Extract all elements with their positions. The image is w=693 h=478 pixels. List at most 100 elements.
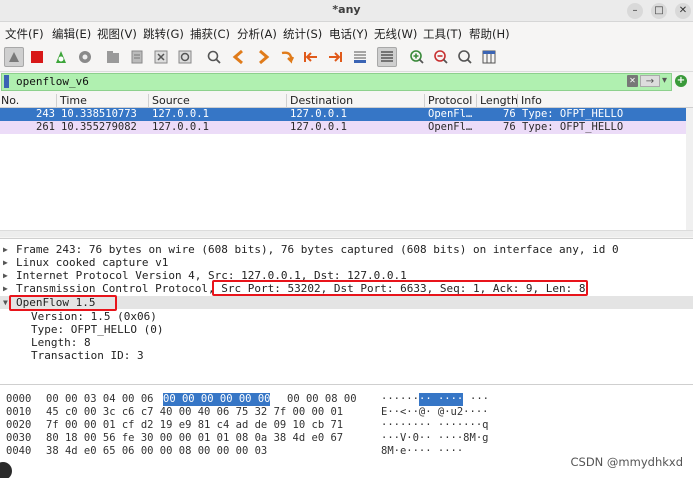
filter-dropdown-icon[interactable]: ▾ xyxy=(662,75,667,86)
display-filter-bar: openflow_v6 ✕ → ▾ + xyxy=(0,72,693,92)
packet-row-selected[interactable]: 243 10.338510773 127.0.0.1 127.0.0.1 Ope… xyxy=(0,108,686,121)
packet-destination: 127.0.0.1 xyxy=(290,108,347,120)
hex-offset: 0000 xyxy=(6,393,32,405)
expand-arrow-icon[interactable]: ▶ xyxy=(3,243,8,256)
open-file-icon[interactable] xyxy=(103,47,123,67)
hex-bytes: 00 00 03 04 00 06 xyxy=(46,393,154,405)
hex-ascii-highlight: ·· ···· xyxy=(419,393,464,406)
packet-list-horizontal-scrollbar[interactable] xyxy=(0,230,693,237)
hex-row[interactable]: 0020 7f 00 00 01 cf d2 19 e9 81 c4 ad de… xyxy=(0,419,693,432)
detail-of-length-text: Length: 8 xyxy=(31,336,91,349)
filter-bookmark-icon[interactable] xyxy=(4,75,9,88)
capture-options-icon[interactable] xyxy=(75,47,95,67)
detail-of-xid[interactable]: Transaction ID: 3 xyxy=(0,349,693,362)
resize-columns-icon[interactable] xyxy=(479,47,499,67)
hex-bytes: 45 c0 00 3c c6 c7 40 00 40 06 75 32 7f 0… xyxy=(46,406,344,418)
detail-of-length[interactable]: Length: 8 xyxy=(0,336,693,349)
go-last-packet-icon[interactable] xyxy=(325,47,345,67)
close-file-icon[interactable] xyxy=(151,47,171,67)
menu-statistics[interactable]: 统计(S) xyxy=(283,26,322,42)
packet-time: 10.338510773 xyxy=(61,108,137,120)
zoom-in-icon[interactable] xyxy=(407,47,427,67)
packet-list-header: No. Time Source Destination Protocol Len… xyxy=(0,93,693,108)
menu-edit[interactable]: 编辑(E) xyxy=(52,26,91,42)
hex-offset: 0030 xyxy=(6,432,32,444)
detail-linux-text: Linux cooked capture v1 xyxy=(16,256,169,269)
menu-help[interactable]: 帮助(H) xyxy=(469,26,510,42)
detail-frame[interactable]: ▶ Frame 243: 76 bytes on wire (608 bits)… xyxy=(0,243,693,256)
hex-ascii: ······ xyxy=(381,393,419,405)
go-first-packet-icon[interactable] xyxy=(301,47,321,67)
menu-capture[interactable]: 捕获(C) xyxy=(190,26,230,42)
packet-source: 127.0.0.1 xyxy=(152,108,209,120)
hex-bytes: 7f 00 00 01 cf d2 19 e9 81 c4 ad de 09 1… xyxy=(46,419,344,431)
menu-analyze[interactable]: 分析(A) xyxy=(237,26,277,42)
menu-go[interactable]: 跳转(G) xyxy=(143,26,184,42)
expand-arrow-icon[interactable]: ▶ xyxy=(3,269,8,282)
menu-bar: 文件(F) 编辑(E) 视图(V) 跳转(G) 捕获(C) 分析(A) 统计(S… xyxy=(0,22,693,44)
packet-list-scrollbar[interactable] xyxy=(686,108,693,230)
column-protocol[interactable]: Protocol xyxy=(424,94,472,107)
annotation-box-openflow xyxy=(9,295,117,311)
go-to-packet-icon[interactable] xyxy=(277,47,297,67)
menu-tools[interactable]: 工具(T) xyxy=(423,26,462,42)
hex-ascii: 8M·e···· ···· xyxy=(381,445,464,457)
shark-fin-icon[interactable] xyxy=(4,47,24,67)
packet-no: 261 xyxy=(36,121,55,133)
hex-row[interactable]: 0030 80 18 00 56 fe 30 00 00 01 01 08 0a… xyxy=(0,432,693,445)
packet-details-pane: ▶ Frame 243: 76 bytes on wire (608 bits)… xyxy=(0,238,693,384)
menu-file[interactable]: 文件(F) xyxy=(5,26,44,42)
apply-filter-icon[interactable]: → xyxy=(640,75,660,87)
column-length[interactable]: Length xyxy=(476,94,518,107)
detail-linux-cooked[interactable]: ▶ Linux cooked capture v1 xyxy=(0,256,693,269)
hex-bytes-highlight: 00 00 00 00 00 00 xyxy=(163,393,271,406)
hex-ascii: ········ ·······q xyxy=(381,419,489,431)
hex-ascii: ···V·0·· ····8M·g xyxy=(381,432,489,444)
detail-of-version-text: Version: 1.5 (0x06) xyxy=(31,310,157,323)
go-forward-icon[interactable] xyxy=(253,47,273,67)
hex-row[interactable]: 0000 00 00 03 04 00 06 00 00 00 00 00 00… xyxy=(0,393,693,406)
watermark: CSDN @mmydhkxd xyxy=(570,455,683,469)
packet-protocol: OpenFl… xyxy=(428,121,473,133)
column-source[interactable]: Source xyxy=(148,94,190,107)
menu-view[interactable]: 视图(V) xyxy=(97,26,137,42)
hex-row[interactable]: 0010 45 c0 00 3c c6 c7 40 00 40 06 75 32… xyxy=(0,406,693,419)
expand-arrow-icon[interactable]: ▶ xyxy=(3,282,8,295)
stop-capture-icon[interactable] xyxy=(27,47,47,67)
column-destination[interactable]: Destination xyxy=(286,94,353,107)
hex-bytes: 80 18 00 56 fe 30 00 00 01 01 08 0a 38 4… xyxy=(46,432,344,444)
collapse-arrow-icon[interactable]: ▼ xyxy=(3,296,8,309)
zoom-out-icon[interactable] xyxy=(431,47,451,67)
packet-list: 243 10.338510773 127.0.0.1 127.0.0.1 Ope… xyxy=(0,108,693,230)
display-filter-input[interactable]: openflow_v6 xyxy=(1,73,672,91)
clear-filter-icon[interactable]: ✕ xyxy=(627,75,638,87)
colorize-icon[interactable] xyxy=(377,47,397,67)
window-title: *any xyxy=(332,3,361,16)
menu-telephony[interactable]: 电话(Y) xyxy=(329,26,368,42)
close-button[interactable]: ✕ xyxy=(675,3,691,19)
auto-scroll-icon[interactable] xyxy=(350,47,370,67)
minimize-button[interactable]: – xyxy=(627,3,643,19)
detail-of-version[interactable]: Version: 1.5 (0x06) xyxy=(0,310,693,323)
expand-arrow-icon[interactable]: ▶ xyxy=(3,256,8,269)
menu-wireless[interactable]: 无线(W) xyxy=(374,26,417,42)
packet-protocol: OpenFl… xyxy=(428,108,473,120)
reload-icon[interactable] xyxy=(175,47,195,67)
go-back-icon[interactable] xyxy=(229,47,249,67)
save-file-icon[interactable] xyxy=(127,47,147,67)
hex-bytes: 38 4d e0 65 06 00 00 08 00 00 00 03 xyxy=(46,445,268,457)
restart-capture-icon[interactable] xyxy=(51,47,71,67)
detail-of-type[interactable]: Type: OFPT_HELLO (0) xyxy=(0,323,693,336)
column-no[interactable]: No. xyxy=(0,94,19,107)
normal-size-icon[interactable] xyxy=(455,47,475,67)
packet-length: 76 xyxy=(503,108,516,120)
add-filter-button-icon[interactable]: + xyxy=(675,75,687,87)
detail-of-xid-text: Transaction ID: 3 xyxy=(31,349,144,362)
packet-row[interactable]: 261 10.355279082 127.0.0.1 127.0.0.1 Ope… xyxy=(0,121,686,134)
column-info[interactable]: Info xyxy=(517,94,542,107)
find-packet-icon[interactable] xyxy=(204,47,224,67)
hex-bytes: 00 00 08 00 xyxy=(287,393,357,405)
column-time[interactable]: Time xyxy=(56,94,87,107)
maximize-button[interactable]: □ xyxy=(651,3,667,19)
hex-offset: 0020 xyxy=(6,419,32,431)
